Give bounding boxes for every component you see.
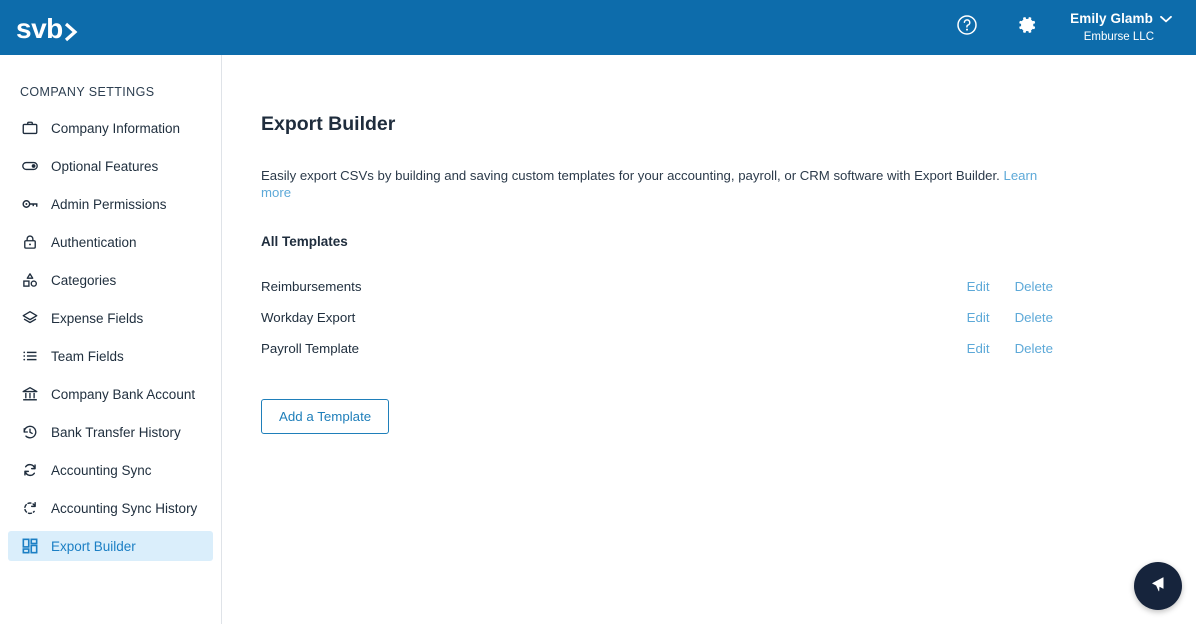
- bank-icon: [20, 384, 40, 404]
- table-row: Payroll Template Edit Delete: [222, 333, 1196, 364]
- layers-icon: [20, 308, 40, 328]
- page-title: Export Builder: [261, 113, 396, 135]
- sidebar-item-label: Categories: [51, 272, 117, 288]
- sidebar-heading: COMPANY SETTINGS: [20, 85, 155, 99]
- sidebar-item-label: Team Fields: [51, 348, 124, 364]
- template-name: Reimbursements: [261, 279, 362, 294]
- all-templates-heading: All Templates: [261, 234, 348, 249]
- main-content: Export Builder Easily export CSVs by bui…: [222, 55, 1196, 624]
- page-description: Easily export CSVs by building and savin…: [261, 167, 1038, 201]
- sidebar-item-label: Export Builder: [51, 538, 136, 554]
- sidebar-item-company-bank-account[interactable]: Company Bank Account: [8, 379, 213, 409]
- sidebar-item-label: Company Bank Account: [51, 386, 196, 402]
- sidebar-nav: Company Information Optional Features Ad…: [0, 113, 221, 569]
- edit-link[interactable]: Edit: [967, 310, 990, 325]
- grid-blocks-icon: [20, 536, 40, 556]
- delete-link[interactable]: Delete: [1015, 310, 1053, 325]
- sidebar-item-team-fields[interactable]: Team Fields: [8, 341, 213, 371]
- help-button[interactable]: [950, 11, 984, 45]
- sidebar-item-company-information[interactable]: Company Information: [8, 113, 213, 143]
- row-actions: Edit Delete: [942, 341, 1053, 356]
- logo-wordmark: svb: [16, 13, 63, 44]
- chevron-down-icon: [1160, 15, 1172, 23]
- add-template-button[interactable]: Add a Template: [261, 399, 390, 434]
- user-organization: Emburse LLC: [1083, 30, 1154, 43]
- sidebar-item-label: Optional Features: [51, 158, 159, 174]
- sidebar-item-bank-transfer-history[interactable]: Bank Transfer History: [8, 417, 213, 447]
- sidebar-item-label: Authentication: [51, 234, 137, 250]
- delete-link[interactable]: Delete: [1015, 341, 1053, 356]
- sidebar-item-label: Bank Transfer History: [51, 424, 181, 440]
- edit-link[interactable]: Edit: [967, 279, 990, 294]
- gear-icon: [1016, 14, 1038, 41]
- shapes-icon: [20, 270, 40, 290]
- sync-icon: [20, 460, 40, 480]
- template-name: Workday Export: [261, 310, 356, 325]
- template-name: Payroll Template: [261, 341, 360, 356]
- sidebar-item-accounting-sync[interactable]: Accounting Sync: [8, 455, 213, 485]
- table-row: Reimbursements Edit Delete: [222, 271, 1196, 302]
- header-actions: Emily Glamb Emburse LLC: [950, 0, 1196, 55]
- sidebar-item-label: Admin Permissions: [51, 196, 167, 212]
- sidebar-item-admin-permissions[interactable]: Admin Permissions: [8, 189, 213, 219]
- sidebar: COMPANY SETTINGS Company Information Opt…: [0, 55, 222, 624]
- settings-button[interactable]: [1010, 11, 1044, 45]
- sidebar-item-label: Company Information: [51, 120, 181, 136]
- delete-link[interactable]: Delete: [1015, 279, 1053, 294]
- list-icon: [20, 346, 40, 366]
- key-icon: [20, 194, 40, 214]
- sidebar-item-export-builder[interactable]: Export Builder: [8, 531, 213, 561]
- page-description-text: Easily export CSVs by building and savin…: [261, 168, 1000, 183]
- sidebar-item-accounting-sync-history[interactable]: Accounting Sync History: [8, 493, 213, 523]
- chat-support-button[interactable]: [1134, 562, 1182, 610]
- toggle-on-icon: [20, 156, 40, 176]
- row-actions: Edit Delete: [942, 310, 1053, 325]
- row-actions: Edit Delete: [942, 279, 1053, 294]
- top-header-bar: svb Emily Glamb Emburse LLC: [0, 0, 1196, 55]
- chevron-right-icon: [64, 21, 78, 43]
- sidebar-item-expense-fields[interactable]: Expense Fields: [8, 303, 213, 333]
- user-name: Emily Glamb: [1070, 10, 1153, 26]
- edit-link[interactable]: Edit: [967, 341, 990, 356]
- table-row: Workday Export Edit Delete: [222, 302, 1196, 333]
- lock-icon: [20, 232, 40, 252]
- sidebar-item-label: Expense Fields: [51, 310, 144, 326]
- sync-history-icon: [20, 498, 40, 518]
- clock-history-icon: [20, 422, 40, 442]
- sidebar-item-optional-features[interactable]: Optional Features: [8, 151, 213, 181]
- svb-logo[interactable]: svb: [16, 0, 78, 55]
- sidebar-item-label: Accounting Sync History: [51, 500, 198, 516]
- paper-plane-icon: [1146, 572, 1170, 601]
- sidebar-item-categories[interactable]: Categories: [8, 265, 213, 295]
- user-name-row: Emily Glamb: [1070, 11, 1172, 28]
- sidebar-item-label: Accounting Sync: [51, 462, 152, 478]
- briefcase-icon: [20, 118, 40, 138]
- sidebar-item-authentication[interactable]: Authentication: [8, 227, 213, 257]
- user-menu[interactable]: Emily Glamb Emburse LLC: [1070, 11, 1172, 44]
- templates-list: Reimbursements Edit Delete Workday Expor…: [222, 271, 1196, 364]
- question-circle-icon: [956, 14, 978, 41]
